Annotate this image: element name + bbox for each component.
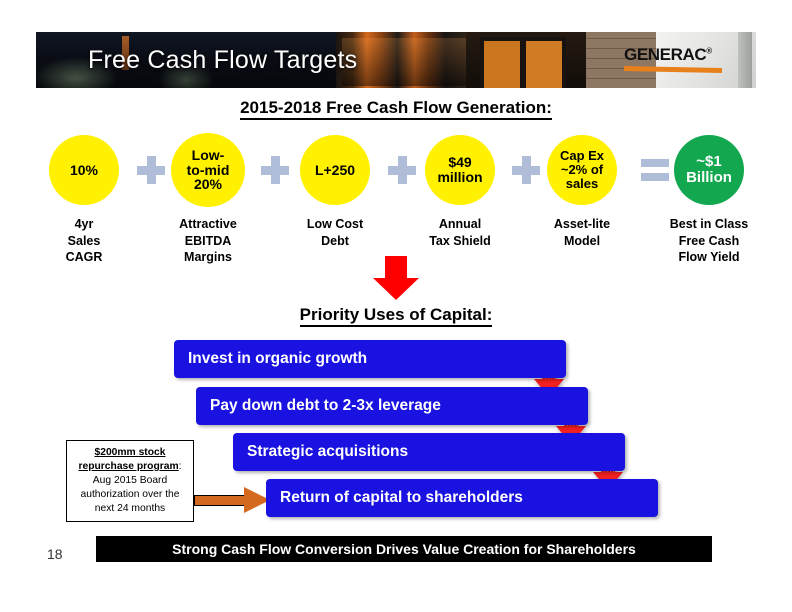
plus-icon-3 — [388, 156, 416, 184]
fcf-caption-5: Asset-lite Model — [512, 216, 652, 249]
fcf-circle-label: Low-to-mid 20% — [186, 146, 230, 193]
fcf-circle-3: L+250 — [300, 135, 370, 205]
fcf-circle-line: Billion — [686, 169, 732, 186]
repurchase-callout-text: $200mm stock repurchase program: Aug 201… — [71, 446, 189, 515]
fcf-caption-line: Debt — [321, 233, 349, 248]
fcf-circle-line: sales — [565, 175, 599, 191]
fcf-circle-line: 20% — [193, 176, 222, 193]
fcf-caption-6: Best in Class Free Cash Flow Yield — [639, 216, 779, 266]
fcf-circle-line: Low- — [191, 146, 225, 163]
fcf-caption-1: 4yr Sales CAGR — [14, 216, 154, 266]
fcf-circle-label: $49 million — [437, 155, 482, 185]
fcf-circle-line: ~$1 — [696, 152, 722, 170]
fcf-caption-line: Low Cost — [306, 217, 364, 231]
repurchase-callout-title: $200mm stock repurchase program — [78, 447, 179, 473]
down-arrow-icon — [373, 256, 419, 300]
fcf-circle-5: Cap Ex ~2% of sales — [547, 135, 617, 205]
generac-wordmark: GENERAC® — [624, 45, 722, 65]
fcf-circle-label: ~$1 Billion — [686, 152, 732, 186]
priority-bar-label: Pay down debt to 2-3x leverage — [210, 397, 441, 414]
fcf-caption-line: Free Cash — [678, 233, 740, 248]
fcf-circle-4: $49 million — [425, 135, 495, 205]
repurchase-callout-colon: : — [178, 461, 182, 473]
priority-section-heading-text: Priority Uses of Capital: — [299, 305, 493, 327]
priority-section-heading: Priority Uses of Capital: — [0, 305, 792, 327]
fcf-section-heading: 2015-2018 Free Cash Flow Generation: — [0, 98, 792, 120]
generac-wordmark-text: GENERAC — [624, 45, 707, 64]
plus-icon-1 — [137, 156, 165, 184]
fcf-caption-line: CAGR — [65, 250, 103, 265]
priority-bar-label: Return of capital to shareholders — [280, 489, 523, 506]
priority-bar-label: Invest in organic growth — [188, 350, 368, 367]
fcf-caption-line: EBITDA — [184, 233, 232, 248]
banner-photo-entrance — [466, 32, 586, 88]
plus-icon-4 — [512, 156, 540, 184]
fcf-caption-line: Flow Yield — [678, 250, 740, 265]
fcf-circle-line: Cap Ex — [559, 148, 605, 164]
footer-tagline-text: Strong Cash Flow Conversion Drives Value… — [172, 541, 636, 557]
priority-bar-3: Strategic acquisitions — [233, 433, 625, 471]
fcf-caption-2: Attractive EBITDA Margins — [138, 216, 278, 266]
generac-swoosh-icon — [624, 66, 722, 73]
fcf-circle-line: 10% — [69, 161, 99, 178]
fcf-circle-line: to-mid — [186, 161, 230, 178]
fcf-caption-line: 4yr — [74, 217, 94, 231]
priority-bar-label: Strategic acquisitions — [247, 443, 409, 460]
repurchase-callout-box: $200mm stock repurchase program: Aug 201… — [66, 440, 194, 522]
fcf-caption-line: Attractive — [179, 217, 237, 231]
fcf-caption-line: Sales — [67, 233, 101, 248]
fcf-circle-2: Low-to-mid 20% — [171, 133, 245, 207]
fcf-circle-label: L+250 — [314, 161, 356, 178]
fcf-circle-line: $49 — [448, 154, 472, 171]
fcf-circle-label: 10% — [69, 161, 99, 178]
priority-bar-1: Invest in organic growth — [174, 340, 566, 378]
fcf-caption-3: Low Cost Debt — [265, 216, 405, 249]
fcf-circle-line: million — [437, 169, 483, 185]
fcf-caption-line: Margins — [184, 250, 232, 265]
fcf-caption-line: Tax Shield — [429, 233, 491, 248]
priority-bar-4: Return of capital to shareholders — [266, 479, 658, 517]
fcf-circle-label: Cap Ex ~2% of sales — [560, 149, 604, 191]
generac-trademark: ® — [706, 46, 712, 56]
fcf-caption-line: Best in Class — [669, 217, 749, 231]
slide-number: 18 — [47, 546, 63, 562]
footer-tagline-banner: Strong Cash Flow Conversion Drives Value… — [96, 536, 712, 562]
fcf-caption-line: Model — [563, 233, 601, 248]
fcf-circle-6: ~$1 Billion — [674, 135, 744, 205]
equals-icon — [641, 158, 669, 182]
fcf-circle-line: L+250 — [314, 161, 356, 178]
fcf-caption-line: Annual — [438, 217, 482, 231]
repurchase-callout-body: Aug 2015 Board authorization over the ne… — [80, 475, 180, 514]
fcf-section-heading-text: 2015-2018 Free Cash Flow Generation: — [240, 98, 552, 120]
page-title: Free Cash Flow Targets — [88, 45, 358, 74]
fcf-caption-line: Asset-lite — [553, 217, 611, 231]
fcf-circle-line: ~2% of — [560, 162, 604, 178]
fcf-equation-row: 10% Low-to-mid 20% L+250 $49 million Cap Ex ~2%… — [36, 124, 756, 216]
fcf-circle-1: 10% — [49, 135, 119, 205]
fcf-caption-4: Annual Tax Shield — [390, 216, 530, 249]
priority-bar-2: Pay down debt to 2-3x leverage — [196, 387, 588, 425]
plus-icon-2 — [261, 156, 289, 184]
orange-right-arrow-icon — [194, 486, 271, 514]
generac-logo: GENERAC® — [624, 45, 722, 73]
header-banner: Free Cash Flow Targets GENERAC® — [36, 32, 756, 88]
